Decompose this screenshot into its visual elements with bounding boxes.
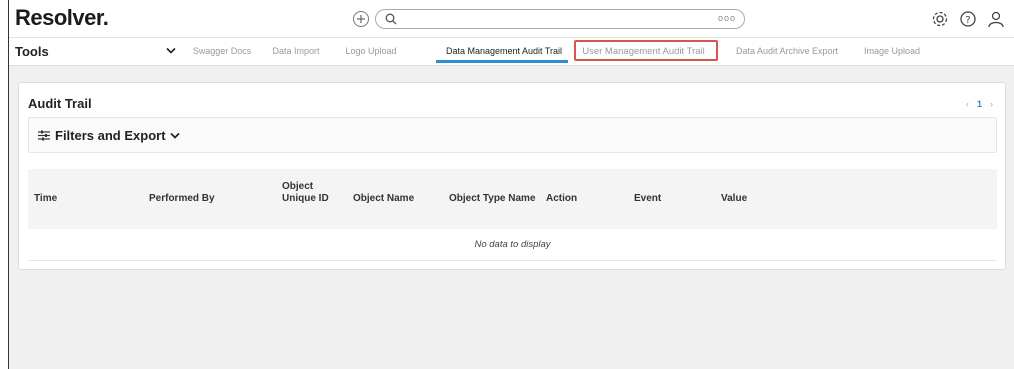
column-header-object-name[interactable]: Object Name xyxy=(353,193,414,205)
next-page-button[interactable]: › xyxy=(990,99,993,109)
chevron-down-icon[interactable] xyxy=(166,47,176,55)
tools-dropdown-label[interactable]: Tools xyxy=(15,44,49,59)
help-icon[interactable]: ? xyxy=(959,10,977,28)
tools-nav-bar: Tools Swagger Docs Data Import Logo Uplo… xyxy=(9,38,1014,66)
filters-and-export-panel[interactable]: Filters and Export xyxy=(28,117,997,153)
tab-image-upload[interactable]: Image Upload xyxy=(859,46,925,56)
filter-sliders-icon xyxy=(38,130,50,141)
settings-gear-icon[interactable] xyxy=(931,10,949,28)
add-button[interactable] xyxy=(353,11,369,27)
tab-data-management-audit-trail[interactable]: Data Management Audit Trail xyxy=(436,46,572,56)
card-title: Audit Trail xyxy=(28,96,92,111)
active-tab-underline xyxy=(436,60,568,63)
tab-highlight-box xyxy=(574,40,718,61)
column-header-event[interactable]: Event xyxy=(634,193,661,205)
filters-and-export-label[interactable]: Filters and Export xyxy=(55,128,166,143)
top-header: Resolver. ooo ? xyxy=(9,0,1014,38)
column-header-performed-by[interactable]: Performed By xyxy=(149,193,215,205)
search-icon xyxy=(385,13,397,25)
column-header-action[interactable]: Action xyxy=(546,193,577,205)
add-icon xyxy=(357,15,365,23)
search-input[interactable]: ooo xyxy=(375,9,745,29)
svg-text:?: ? xyxy=(965,15,970,26)
column-header-object-type-name[interactable]: Object Type Name xyxy=(449,193,536,205)
tab-logo-upload[interactable]: Logo Upload xyxy=(341,46,401,56)
user-icon[interactable] xyxy=(987,10,1005,28)
tab-data-audit-archive-export[interactable]: Data Audit Archive Export xyxy=(727,46,847,56)
audit-trail-card: Audit Trail ‹ 1 › Filters and Export Tim… xyxy=(18,82,1006,270)
prev-page-button[interactable]: ‹ xyxy=(966,99,969,109)
table-header: Time Performed By Object Unique ID Objec… xyxy=(28,169,997,229)
current-page[interactable]: 1 xyxy=(977,99,982,109)
tab-data-import[interactable]: Data Import xyxy=(268,46,324,56)
empty-table-message: No data to display xyxy=(28,229,997,261)
resolver-logo[interactable]: Resolver. xyxy=(15,5,109,31)
column-header-time[interactable]: Time xyxy=(34,193,57,205)
column-header-value[interactable]: Value xyxy=(721,193,747,205)
app-frame: Resolver. ooo ? Tools Swagger Docs Data … xyxy=(8,0,1014,369)
tab-swagger-docs[interactable]: Swagger Docs xyxy=(189,46,255,56)
chevron-down-icon[interactable] xyxy=(170,132,180,140)
pagination: ‹ 1 › xyxy=(966,99,993,109)
column-header-object-unique-id[interactable]: Object Unique ID xyxy=(282,181,332,205)
more-options-icon[interactable]: ooo xyxy=(718,13,736,23)
